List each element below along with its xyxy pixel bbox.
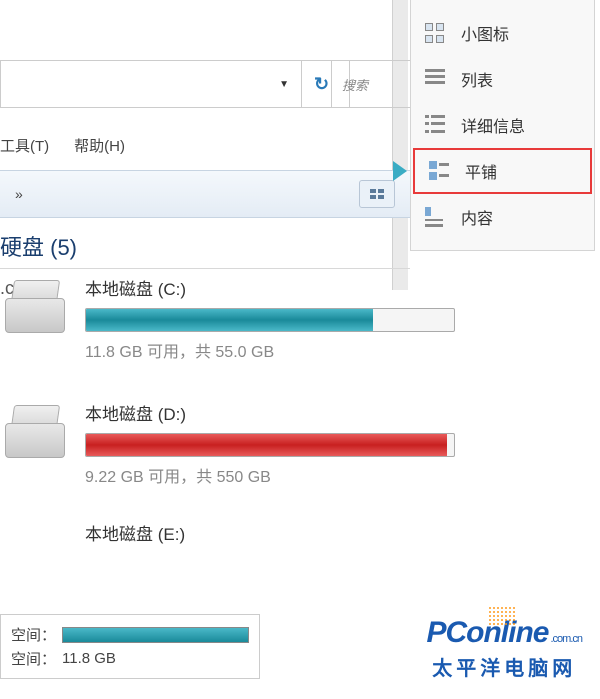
view-menu-label: 小图标 [461, 21, 509, 45]
address-bar[interactable]: ▼ ↻ [0, 60, 350, 108]
tooltip-space-label: 空间： [11, 624, 56, 645]
hard-drive-icon [0, 275, 70, 333]
drive-usage-fill [86, 434, 447, 456]
drive-item-e[interactable]: 本地磁盘 (E:) [0, 520, 460, 553]
view-menu-details[interactable]: 详细信息 [411, 102, 594, 148]
view-menu-tiles[interactable]: 平铺 [413, 148, 592, 194]
pconline-logo: PConline.com.cn [426, 616, 582, 650]
list-icon [425, 69, 447, 89]
tooltip-free-value: 11.8 GB [62, 650, 116, 667]
view-menu-small-icons[interactable]: 小图标 [411, 10, 594, 56]
drive-item-d[interactable]: 本地磁盘 (D:) 9.22 GB 可用，共 550 GB [0, 400, 460, 487]
drive-usage-bar [85, 308, 455, 332]
toolbar-overflow-button[interactable]: » [15, 186, 23, 202]
toolbar: » [0, 170, 410, 218]
watermark-logo: PConline.com.cn 太平洋电脑网 [426, 616, 582, 681]
view-menu: 小图标 列表 详细信息 平铺 内容 [410, 0, 595, 251]
selection-pointer-icon [393, 161, 407, 181]
tiles-icon [370, 189, 384, 199]
menu-help[interactable]: 帮助(H) [74, 135, 125, 156]
drive-usage-bar [85, 433, 455, 457]
tooltip-usage-bar [62, 627, 249, 643]
refresh-icon: ↻ [314, 74, 329, 95]
section-header-drives: 硬盘 (5) [0, 230, 410, 269]
view-menu-label: 内容 [461, 205, 493, 229]
hard-drive-icon [0, 400, 70, 458]
watermark-cn-text: 太平洋电脑网 [426, 652, 582, 681]
drive-name: 本地磁盘 (C:) [85, 275, 460, 300]
view-menu-label: 列表 [461, 67, 493, 91]
view-toggle-button[interactable] [359, 180, 395, 208]
search-input[interactable]: 搜索 [331, 60, 411, 108]
menu-tools[interactable]: 工具(T) [0, 135, 49, 156]
content-icon [425, 207, 447, 227]
small-icons-icon [425, 23, 447, 43]
drive-item-c[interactable]: 本地磁盘 (C:) 11.8 GB 可用，共 55.0 GB [0, 275, 460, 362]
drive-name: 本地磁盘 (D:) [85, 400, 460, 425]
tooltip-free-label: 空间： [11, 648, 56, 669]
menu-bar: 工具(T) 帮助(H) [0, 135, 410, 156]
view-menu-list[interactable]: 列表 [411, 56, 594, 102]
drive-stats: 11.8 GB 可用，共 55.0 GB [85, 338, 460, 362]
view-menu-content[interactable]: 内容 [411, 194, 594, 240]
tiles-icon [429, 161, 451, 181]
search-placeholder: 搜索 [342, 75, 368, 94]
drive-name: 本地磁盘 (E:) [85, 520, 460, 545]
address-dropdown-icon[interactable]: ▼ [267, 79, 301, 90]
drive-usage-fill [86, 309, 373, 331]
view-menu-label: 平铺 [465, 159, 497, 183]
view-menu-label: 详细信息 [461, 113, 525, 137]
drive-properties-tooltip: 空间： 空间： 11.8 GB [0, 614, 260, 679]
details-icon [425, 115, 447, 135]
drive-stats: 9.22 GB 可用，共 550 GB [85, 463, 460, 487]
